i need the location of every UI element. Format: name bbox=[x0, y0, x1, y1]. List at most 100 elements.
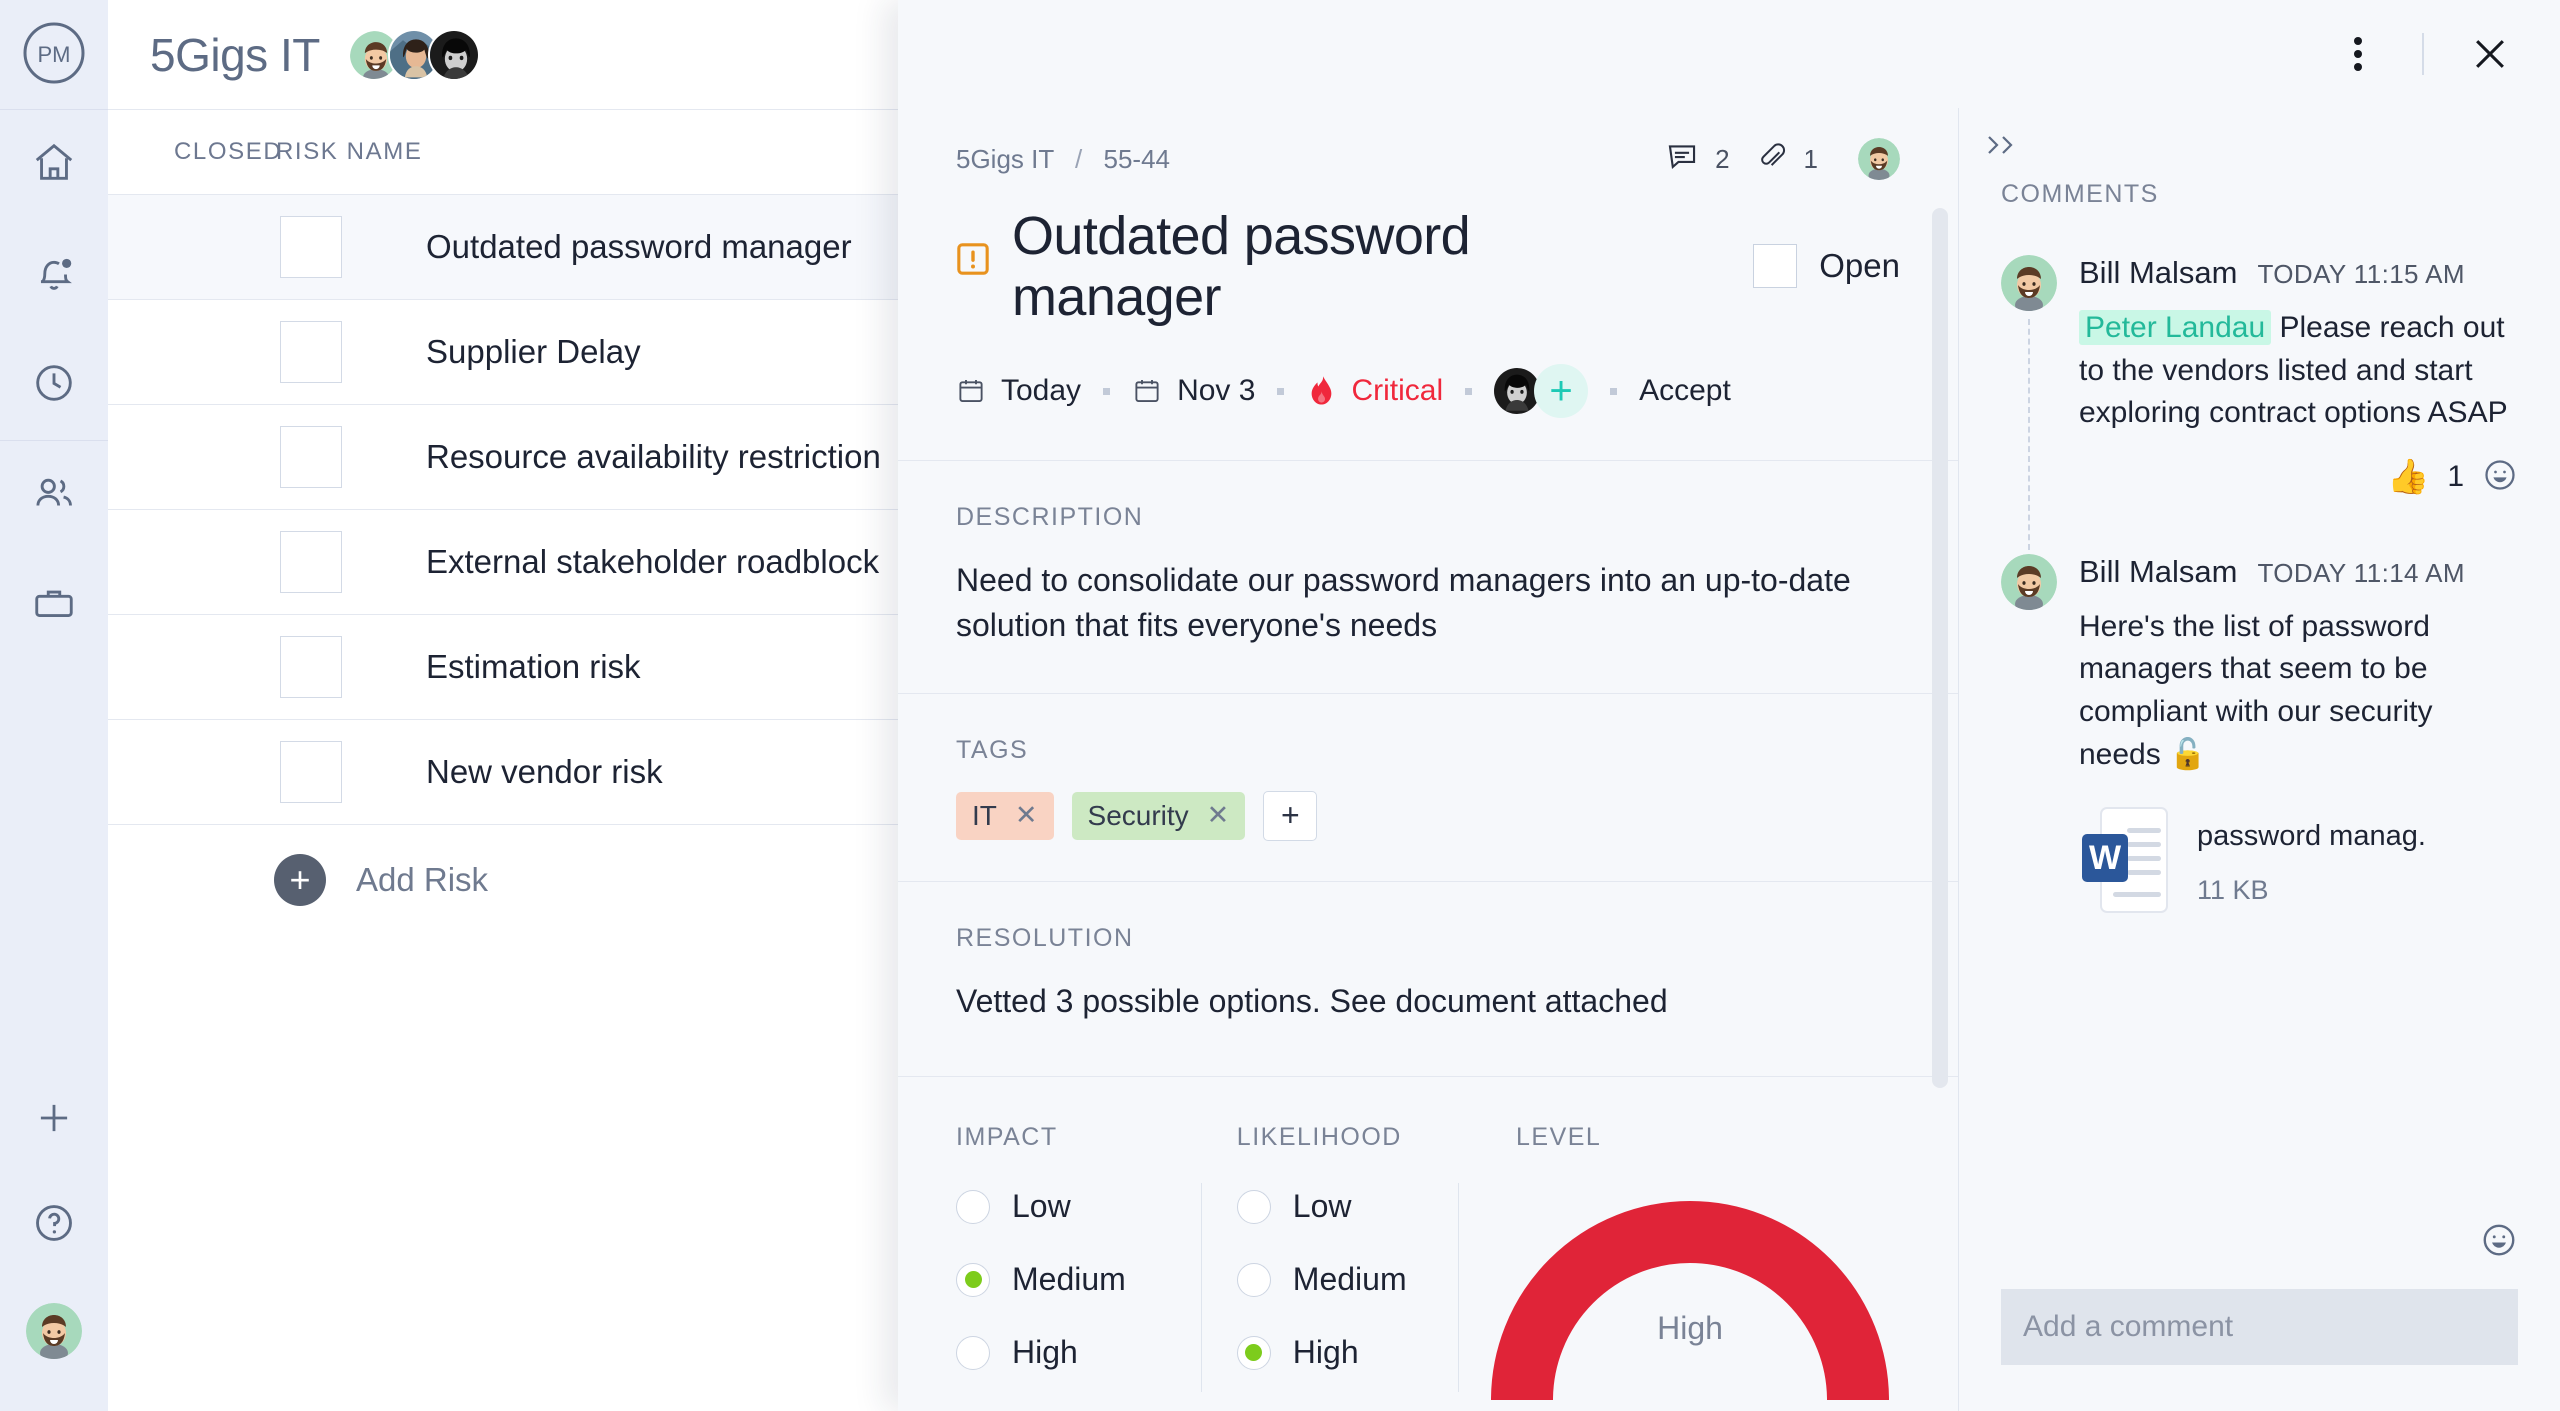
row-risk-name: Resource availability restriction bbox=[426, 438, 881, 475]
thumbs-up-icon[interactable]: 👍 bbox=[2387, 457, 2429, 497]
sidebar-item-notifications[interactable] bbox=[0, 220, 108, 330]
row-closed-checkbox[interactable] bbox=[280, 741, 342, 803]
impact-option-medium[interactable]: Medium bbox=[956, 1261, 1201, 1298]
likelihood-option-high[interactable]: High bbox=[1201, 1334, 1458, 1371]
avatar[interactable] bbox=[1858, 138, 1900, 180]
radio-button[interactable] bbox=[956, 1189, 990, 1224]
risk-detail-modal: 5Gigs IT / 55-44 2 1 Outdated password m… bbox=[898, 0, 2560, 1411]
add-tag-button[interactable]: + bbox=[1263, 790, 1318, 841]
people-icon bbox=[31, 471, 77, 522]
sidebar-item-projects[interactable] bbox=[0, 551, 108, 661]
paperclip-icon[interactable] bbox=[1756, 141, 1788, 178]
column-divider bbox=[1458, 1183, 1459, 1393]
level-label: LEVEL bbox=[1516, 1123, 1602, 1152]
emoji-smile-icon[interactable] bbox=[2001, 1221, 2518, 1259]
likelihood-label: LIKELIHOOD bbox=[1236, 1123, 1402, 1152]
avatar[interactable] bbox=[2001, 553, 2057, 610]
project-members-avatars[interactable] bbox=[347, 28, 480, 81]
page-title: 5Gigs IT bbox=[150, 28, 320, 81]
likelihood-option-low[interactable]: Low bbox=[1201, 1188, 1458, 1225]
sidebar-item-add[interactable] bbox=[0, 1068, 108, 1173]
sidebar-item-team[interactable] bbox=[0, 441, 108, 551]
impact-option-high[interactable]: High bbox=[956, 1334, 1201, 1371]
comment-header: Bill Malsam TODAY 11:15 AM bbox=[2079, 255, 2518, 291]
sidebar-item-home[interactable] bbox=[0, 110, 108, 220]
breadcrumb-project[interactable]: 5Gigs IT bbox=[956, 144, 1054, 174]
comment-attachment[interactable]: W password manag. 11 KB bbox=[2079, 806, 2518, 919]
impact-option-label: Low bbox=[1012, 1188, 1071, 1225]
row-closed-checkbox[interactable] bbox=[280, 321, 342, 383]
avatar[interactable] bbox=[2001, 255, 2057, 311]
detail-scrollbar[interactable] bbox=[1932, 208, 1948, 1088]
status-checkbox[interactable] bbox=[1753, 244, 1798, 288]
resolution-label: RESOLUTION bbox=[956, 923, 1134, 952]
due-date-chip[interactable]: Nov 3 bbox=[1132, 374, 1255, 408]
meta-separator bbox=[1277, 387, 1285, 395]
row-closed-checkbox[interactable] bbox=[280, 426, 342, 488]
likelihood-group: LIKELIHOOD Low Medium High bbox=[1200, 1123, 1458, 1400]
row-risk-name: External stakeholder roadblock bbox=[426, 543, 880, 580]
left-nav-rail: PM bbox=[0, 0, 108, 1411]
level-value: High bbox=[1657, 1310, 1723, 1347]
plus-icon: + bbox=[274, 854, 326, 906]
priority-chip[interactable]: Critical bbox=[1306, 374, 1443, 408]
response-chip[interactable]: Accept bbox=[1639, 374, 1731, 408]
attachment-name: password manag. bbox=[2197, 819, 2426, 852]
radio-button[interactable] bbox=[1236, 1262, 1271, 1297]
comment-thread-line bbox=[2028, 319, 2030, 550]
row-closed-checkbox[interactable] bbox=[280, 531, 342, 593]
sidebar-item-account[interactable] bbox=[0, 1278, 108, 1383]
calendar-icon bbox=[956, 376, 986, 406]
radio-button-selected[interactable] bbox=[956, 1262, 990, 1297]
tag-chip[interactable]: Security ✕ bbox=[1071, 791, 1246, 840]
plus-icon bbox=[33, 1097, 75, 1144]
row-closed-checkbox[interactable] bbox=[280, 216, 342, 278]
likelihood-option-medium[interactable]: Medium bbox=[1201, 1261, 1458, 1298]
start-date-chip[interactable]: Today bbox=[956, 374, 1081, 408]
meta-separator bbox=[1610, 387, 1618, 395]
resolution-text[interactable]: Vetted 3 possible options. See document … bbox=[956, 979, 1900, 1024]
close-icon[interactable]: ✕ bbox=[1207, 800, 1230, 831]
sidebar-item-help[interactable] bbox=[0, 1173, 108, 1278]
add-risk-label: Add Risk bbox=[356, 861, 489, 898]
chevron-double-right-icon[interactable] bbox=[1985, 132, 2019, 163]
list-item: Bill Malsam TODAY 11:14 AM Here's the li… bbox=[2001, 553, 2518, 919]
close-icon[interactable] bbox=[2458, 32, 2522, 76]
modal-toolbar bbox=[898, 0, 2560, 108]
tag-chip[interactable]: IT ✕ bbox=[956, 791, 1054, 840]
description-text[interactable]: Need to consolidate our password manager… bbox=[956, 558, 1900, 649]
radio-button-selected[interactable] bbox=[1236, 1335, 1271, 1370]
status-toggle[interactable]: Open bbox=[1753, 244, 1900, 288]
breadcrumb-id[interactable]: 55-44 bbox=[1103, 144, 1170, 174]
description-section: DESCRIPTION Need to consolidate our pass… bbox=[898, 461, 1958, 694]
radio-button[interactable] bbox=[1236, 1189, 1271, 1224]
mention-chip[interactable]: Peter Landau bbox=[2079, 310, 2272, 345]
impact-option-low[interactable]: Low bbox=[956, 1188, 1201, 1225]
row-risk-name: Supplier Delay bbox=[426, 333, 641, 370]
comment-body: Peter Landau Please reach out to the ven… bbox=[2079, 307, 2509, 435]
level-gauge: High bbox=[1480, 1160, 1900, 1401]
description-label: DESCRIPTION bbox=[956, 503, 1144, 532]
sidebar-item-activity[interactable] bbox=[0, 330, 108, 440]
row-closed-checkbox[interactable] bbox=[280, 636, 342, 698]
more-vertical-icon[interactable] bbox=[2328, 32, 2388, 76]
risk-title[interactable]: Outdated password manager bbox=[1012, 206, 1652, 328]
likelihood-option-label: Low bbox=[1292, 1188, 1352, 1225]
tags-row: IT ✕ Security ✕ + bbox=[956, 790, 1900, 841]
tags-section: TAGS IT ✕ Security ✕ + bbox=[898, 693, 1958, 882]
comment-bubble-icon[interactable] bbox=[1665, 140, 1699, 179]
radio-button[interactable] bbox=[956, 1335, 990, 1370]
app-logo[interactable]: PM bbox=[23, 22, 85, 89]
impact-option-label: Medium bbox=[1012, 1261, 1126, 1298]
comment-input[interactable] bbox=[2001, 1289, 2518, 1365]
attachment-size: 11 KB bbox=[2197, 874, 2269, 905]
tags-label: TAGS bbox=[956, 735, 1029, 764]
close-icon[interactable]: ✕ bbox=[1015, 800, 1038, 831]
breadcrumb[interactable]: 5Gigs IT / 55-44 bbox=[956, 144, 1170, 175]
likelihood-option-label: Medium bbox=[1292, 1261, 1407, 1298]
impact-label: IMPACT bbox=[956, 1123, 1058, 1152]
tag-label: Security bbox=[1087, 799, 1189, 831]
emoji-smile-icon[interactable] bbox=[2482, 457, 2518, 498]
add-assignee-button[interactable]: + bbox=[1534, 364, 1589, 419]
status-badge: Open bbox=[1819, 247, 1900, 284]
